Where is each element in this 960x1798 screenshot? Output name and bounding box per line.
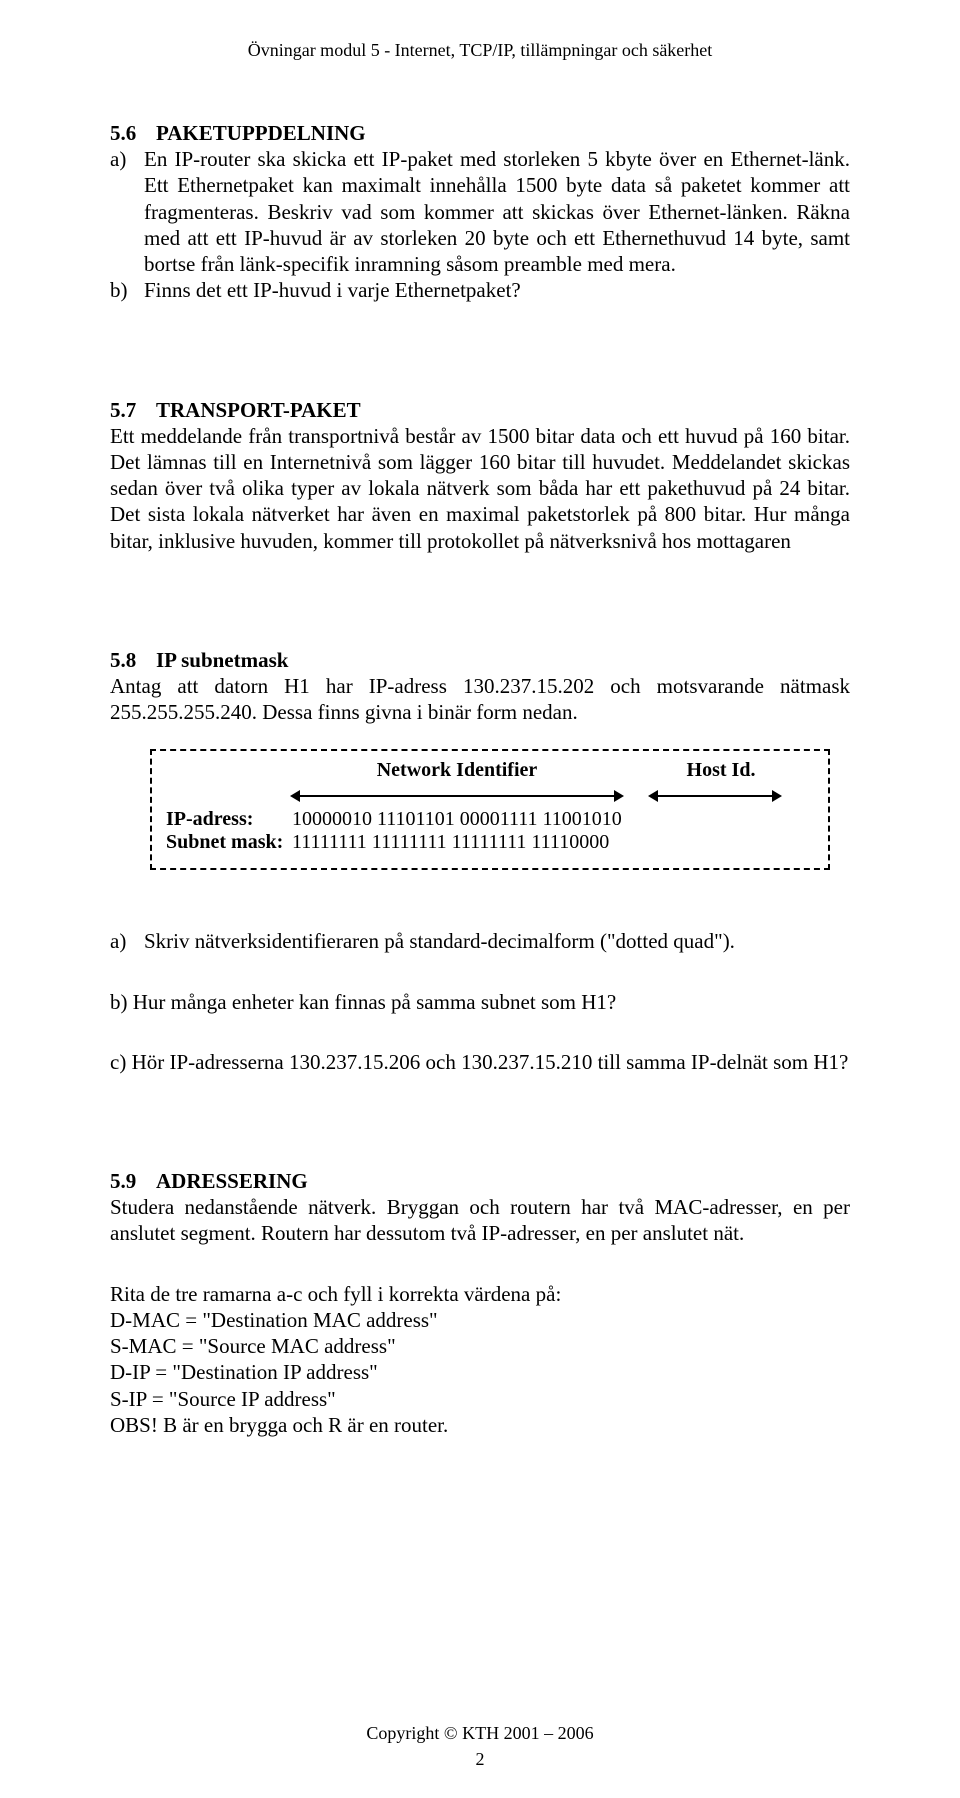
subnet-mask-label: Subnet mask: [166, 831, 292, 854]
section-title: TRANSPORT-PAKET [156, 398, 361, 422]
section-5-9-p1: Studera nedanstående nätverk. Bryggan oc… [110, 1194, 850, 1247]
sip-line: S-IP = "Source IP address" [110, 1386, 850, 1412]
dip-line: D-IP = "Destination IP address" [110, 1359, 850, 1385]
ip-address-label: IP-adress: [166, 808, 292, 831]
item-b-text: Finns det ett IP-huvud i varje Ethernetp… [144, 277, 850, 303]
page-header: Övningar modul 5 - Internet, TCP/IP, til… [110, 40, 850, 61]
section-number: 5.7 [110, 398, 156, 423]
section-5-9-p2: Rita de tre ramarna a-c och fyll i korre… [110, 1281, 850, 1307]
section-5-8-heading: 5.8IP subnetmask [110, 648, 850, 673]
arrow-network-id [292, 795, 622, 797]
q58-a-text: Skriv nätverksidentifieraren på standard… [144, 928, 850, 954]
host-id-label: Host Id. [646, 759, 796, 782]
obs-line: OBS! B är en brygga och R är en router. [110, 1412, 850, 1438]
section-5-8-intro: Antag att datorn H1 har IP-adress 130.23… [110, 673, 850, 726]
section-number: 5.6 [110, 121, 156, 146]
subnet-mask-bits: 11111111 11111111 11111111 11110000 [292, 831, 609, 853]
dmac-line: D-MAC = "Destination MAC address" [110, 1307, 850, 1333]
section-5-6-heading: 5.6PAKETUPPDELNING [110, 121, 850, 146]
section-5-6-body: a) En IP-router ska skicka ett IP-paket … [110, 146, 850, 304]
copyright-footer: Copyright © KTH 2001 – 2006 [0, 1723, 960, 1744]
section-5-7-body: Ett meddelande från transportnivå består… [110, 423, 850, 554]
item-b-label: b) [110, 277, 144, 303]
q58-a-label: a) [110, 928, 144, 954]
section-number: 5.8 [110, 648, 156, 673]
item-a-text: En IP-router ska skicka ett IP-paket med… [144, 146, 850, 277]
ip-subnet-diagram: Network Identifier Host Id. IP-adress:10… [150, 749, 830, 870]
section-number: 5.9 [110, 1169, 156, 1194]
page-number: 2 [0, 1749, 960, 1770]
section-5-9-heading: 5.9ADRESSERING [110, 1169, 850, 1194]
q58-c-text: c) Hör IP-adresserna 130.237.15.206 och … [110, 1049, 850, 1075]
section-title: ADRESSERING [156, 1169, 308, 1193]
q58-b-text: b) Hur många enheter kan finnas på samma… [110, 989, 850, 1015]
section-title: PAKETUPPDELNING [156, 121, 366, 145]
section-5-7-heading: 5.7TRANSPORT-PAKET [110, 398, 850, 423]
item-a-label: a) [110, 146, 144, 277]
ip-address-bits: 10000010 11101101 00001111 11001010 [292, 808, 622, 830]
section-title: IP subnetmask [156, 648, 288, 672]
smac-line: S-MAC = "Source MAC address" [110, 1333, 850, 1359]
network-identifier-label: Network Identifier [292, 759, 622, 782]
arrow-host-id [650, 795, 780, 797]
